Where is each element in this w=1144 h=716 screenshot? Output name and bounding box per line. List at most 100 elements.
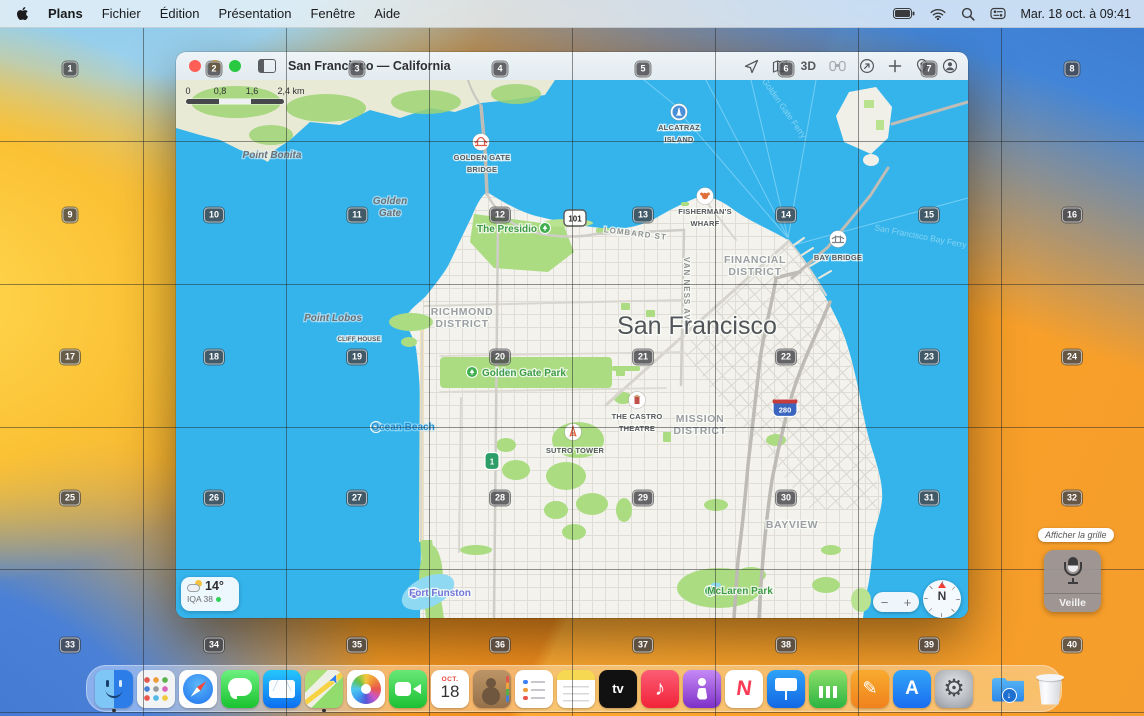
microphone-icon	[1064, 557, 1082, 583]
control-center-icon[interactable]	[990, 7, 1006, 20]
map-marker-alcatraz[interactable]	[671, 104, 688, 121]
menu-fichier[interactable]: Fichier	[102, 6, 141, 21]
map-marker-bay-bridge[interactable]	[830, 231, 847, 248]
dropped-pin-icon[interactable]	[915, 58, 929, 74]
directions-icon[interactable]	[859, 58, 875, 74]
facetime-icon[interactable]	[389, 670, 427, 708]
messages-icon[interactable]	[221, 670, 259, 708]
map-label: Fort Funston	[409, 588, 471, 599]
appstore-icon[interactable]	[893, 670, 931, 708]
dock-item-downloads[interactable]	[989, 670, 1027, 708]
dock-item-podcasts[interactable]	[683, 670, 721, 708]
account-icon[interactable]	[942, 58, 958, 74]
map-label: Golden Gate Park	[482, 368, 566, 379]
map-canvas[interactable]: Point BonitaGoldenGateGOLDEN GATEBRIDGEA…	[176, 80, 968, 618]
map-marker-sutro-tower[interactable]	[565, 424, 582, 441]
dock-item-pages[interactable]	[851, 670, 889, 708]
dock-item-settings[interactable]	[935, 670, 973, 708]
3d-mode-button[interactable]: 3D	[801, 59, 816, 73]
menu-bar-clock[interactable]: Mar. 18 oct. à 09:41	[1021, 7, 1132, 21]
current-location-icon[interactable]	[744, 59, 759, 74]
dock-item-reminders[interactable]	[515, 670, 553, 708]
dock-item-contacts[interactable]	[473, 670, 511, 708]
map-marker-golden-gate-bridge[interactable]	[473, 134, 490, 151]
news-icon[interactable]	[725, 670, 763, 708]
sidebar-toggle-icon[interactable]	[258, 59, 276, 73]
zoom-button[interactable]	[229, 60, 241, 72]
weather-icon	[187, 580, 202, 592]
keynote-icon[interactable]	[767, 670, 805, 708]
maps-icon[interactable]	[305, 670, 343, 708]
dock-item-keynote[interactable]	[767, 670, 805, 708]
dock-item-appstore[interactable]	[893, 670, 931, 708]
dock-item-trash[interactable]	[1031, 670, 1069, 708]
route-shield-101: 101	[564, 210, 586, 226]
window-titlebar[interactable]: San Francisco — California 3D	[176, 52, 968, 81]
zoom-out-button[interactable]: −	[873, 592, 896, 612]
dock-item-maps[interactable]	[305, 670, 343, 708]
launchpad-icon[interactable]	[137, 670, 175, 708]
compass[interactable]: N	[923, 580, 961, 618]
menu-présentation[interactable]: Présentation	[218, 6, 291, 21]
map-marker-fishermans-wharf[interactable]	[697, 188, 714, 205]
notes-icon[interactable]	[557, 670, 595, 708]
dock-item-numbers[interactable]	[809, 670, 847, 708]
contacts-icon[interactable]	[473, 670, 511, 708]
map-marker-castro-theatre[interactable]	[629, 392, 646, 409]
look-around-icon[interactable]	[829, 59, 846, 73]
battery-icon[interactable]	[893, 7, 915, 20]
podcasts-icon[interactable]	[683, 670, 721, 708]
pages-icon[interactable]	[851, 670, 889, 708]
minimize-button[interactable]	[209, 60, 221, 72]
dock-item-photos[interactable]	[347, 670, 385, 708]
menu-bar: Plans Fichier Édition Présentation Fenêtre Ai…	[0, 0, 1144, 28]
route-shield-280: 280	[773, 400, 798, 417]
reminders-icon[interactable]	[515, 670, 553, 708]
zoom-in-button[interactable]: +	[896, 592, 919, 612]
maps-window: San Francisco — California 3D	[176, 52, 968, 618]
dock-item-music[interactable]	[641, 670, 679, 708]
safari-icon[interactable]	[179, 670, 217, 708]
trash-icon[interactable]	[1031, 670, 1069, 708]
screen: San Francisco — California 3D	[0, 0, 1144, 716]
weather-widget[interactable]: 14° IQA 38	[181, 577, 239, 611]
dock-item-mail[interactable]	[263, 670, 301, 708]
dock-item-appletv[interactable]: tv	[599, 670, 637, 708]
dock-item-notes[interactable]	[557, 670, 595, 708]
map-label: McLaren Park	[707, 586, 773, 597]
menu-fenêtre[interactable]: Fenêtre	[310, 6, 355, 21]
menu-édition[interactable]: Édition	[160, 6, 200, 21]
close-button[interactable]	[189, 60, 201, 72]
dock-item-finder[interactable]	[95, 670, 133, 708]
numbers-icon[interactable]	[809, 670, 847, 708]
dock-item-news[interactable]	[725, 670, 763, 708]
map-poi-icon	[540, 223, 551, 234]
aqi-status-dot	[216, 597, 221, 602]
add-icon[interactable]	[888, 59, 902, 73]
menu-aide[interactable]: Aide	[374, 6, 400, 21]
appletv-icon[interactable]: tv	[599, 670, 637, 708]
music-icon[interactable]	[641, 670, 679, 708]
dock-item-safari[interactable]	[179, 670, 217, 708]
downloads-icon[interactable]	[989, 670, 1027, 708]
running-indicator	[322, 709, 326, 713]
spotlight-icon[interactable]	[961, 7, 975, 21]
dock-item-calendar[interactable]: OCT.18	[431, 670, 469, 708]
map-label: BAYVIEW	[766, 519, 818, 531]
dock-item-facetime[interactable]	[389, 670, 427, 708]
map-label: BAY BRIDGE	[814, 253, 862, 262]
dock-item-messages[interactable]	[221, 670, 259, 708]
apple-logo-icon[interactable]	[16, 6, 29, 21]
finder-icon[interactable]	[95, 670, 133, 708]
photos-icon[interactable]	[347, 670, 385, 708]
settings-icon[interactable]	[935, 670, 973, 708]
dock-item-launchpad[interactable]	[137, 670, 175, 708]
calendar-icon[interactable]: OCT.18	[431, 670, 469, 708]
zoom-controls: − +	[873, 592, 919, 612]
map-label: SUTRO TOWER	[546, 446, 605, 455]
voice-control-button[interactable]: Veille	[1044, 550, 1101, 612]
mail-icon[interactable]	[263, 670, 301, 708]
map-mode-icon[interactable]	[772, 59, 788, 74]
menu-plans[interactable]: Plans	[48, 6, 83, 21]
wifi-icon[interactable]	[930, 8, 946, 20]
